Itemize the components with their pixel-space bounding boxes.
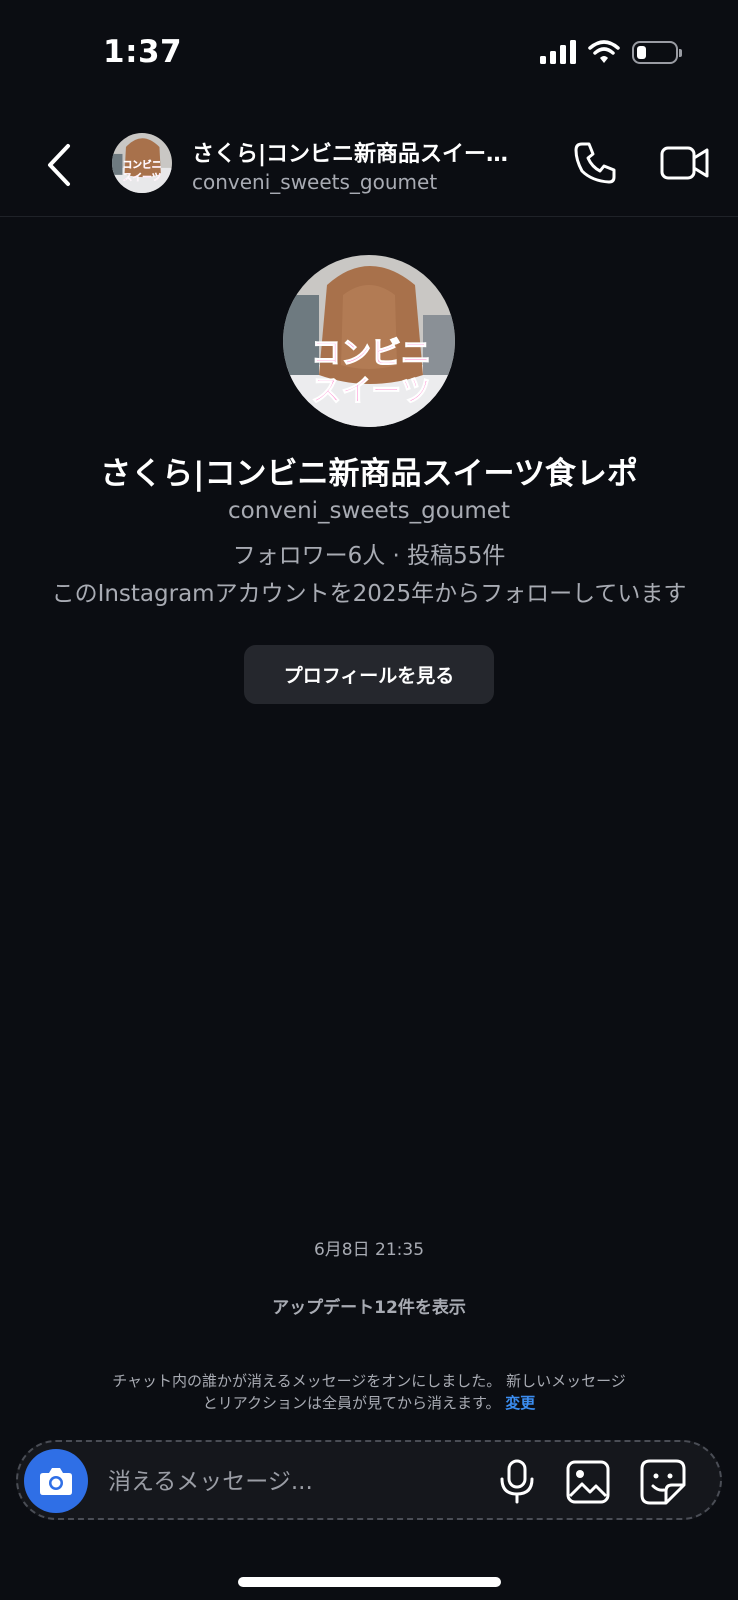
notice-line-1: チャット内の誰かが消えるメッセージをオンにしました。 新しいメッセージ: [112, 1372, 626, 1390]
video-call-button[interactable]: [660, 140, 710, 186]
show-updates-link[interactable]: アップデート12件を表示: [0, 1293, 738, 1318]
header-avatar[interactable]: コンビニ スイーツ: [112, 133, 172, 193]
wifi-icon: [588, 40, 620, 63]
svg-text:コンビニ: コンビニ: [123, 158, 162, 171]
microphone-button[interactable]: [497, 1459, 537, 1505]
sticker-button[interactable]: [640, 1459, 686, 1505]
notice-line-2: とリアクションは全員が見てから消えます。 変更: [80, 1392, 658, 1414]
battery-icon: [632, 40, 682, 64]
phone-call-button[interactable]: [572, 140, 618, 186]
svg-text:スイーツ: スイーツ: [311, 374, 430, 409]
header-username[interactable]: conveni_sweets_goumet: [192, 170, 437, 194]
profile-username: conveni_sweets_goumet: [228, 498, 510, 524]
profile-stats: フォロワー6人 · 投稿55件: [232, 543, 506, 569]
notice-text: とリアクションは全員が見てから消えます。: [202, 1394, 501, 1412]
header-title[interactable]: さくら|コンビニ新商品スイー…: [192, 136, 552, 168]
svg-text:スイーツ: スイーツ: [123, 171, 162, 183]
camera-button[interactable]: [24, 1449, 88, 1513]
change-link[interactable]: 変更: [505, 1394, 535, 1412]
avatar-photo-icon: コンビニ スイーツ: [112, 133, 172, 193]
gallery-button[interactable]: [566, 1460, 610, 1504]
profile-avatar[interactable]: コンビニ スイーツ: [283, 255, 455, 427]
follow-info: このInstagramアカウントを2025年からフォローしています: [51, 581, 687, 607]
message-input[interactable]: [106, 1463, 470, 1501]
status-icons: [540, 40, 682, 64]
back-button[interactable]: [40, 140, 80, 190]
svg-text:コンビニ: コンビニ: [311, 336, 431, 371]
home-indicator: [238, 1577, 501, 1587]
view-profile-button[interactable]: プロフィールを見る: [244, 645, 494, 704]
cellular-signal-icon: [540, 40, 576, 64]
avatar-photo-icon: コンビニ スイーツ: [283, 255, 455, 427]
status-time: 1:37: [103, 34, 183, 70]
message-timestamp: 6月8日 21:35: [313, 1240, 425, 1260]
profile-name: さくら|コンビニ新商品スイーツ食レポ: [100, 456, 638, 492]
camera-icon: [40, 1468, 72, 1495]
chat-header: [0, 120, 738, 217]
disappearing-messages-notice: チャット内の誰かが消えるメッセージをオンにしました。 新しいメッセージ とリアク…: [80, 1370, 658, 1414]
